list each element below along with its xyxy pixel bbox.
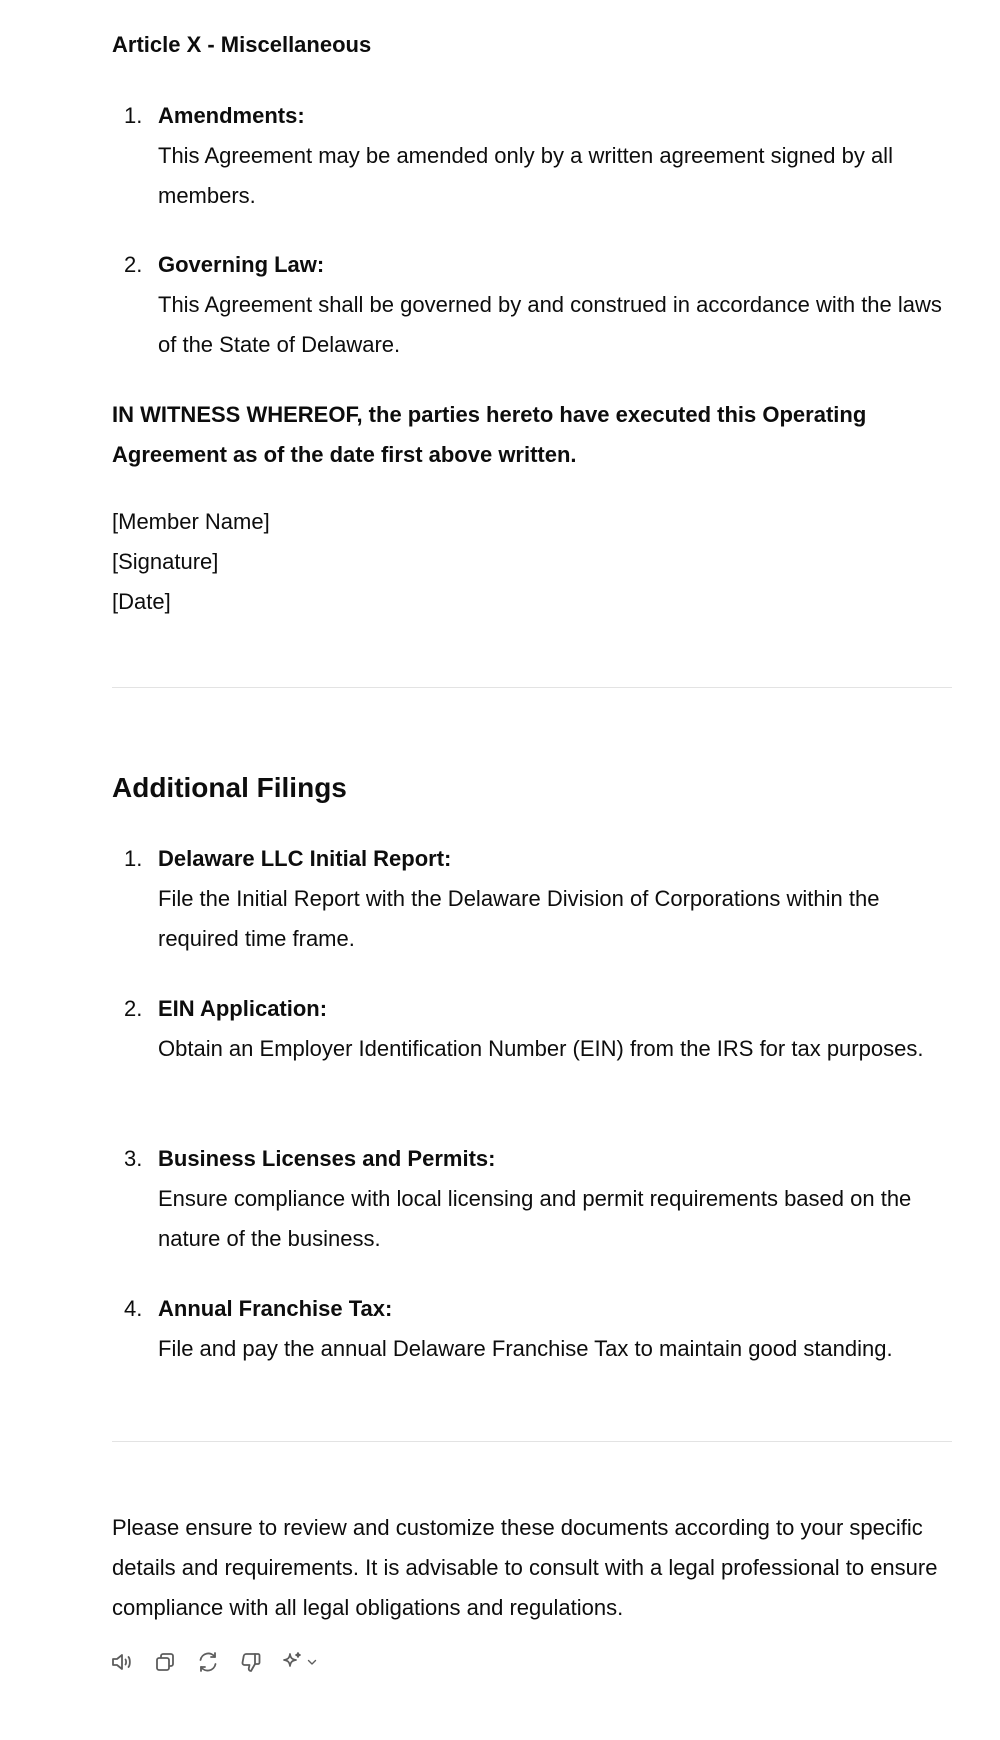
divider <box>112 1441 952 1442</box>
list-item: 3. Business Licenses and Permits: Ensure… <box>112 1139 952 1259</box>
copy-button[interactable] <box>151 1648 179 1676</box>
list-number: 4. <box>124 1296 143 1321</box>
list-number: 3. <box>124 1146 143 1171</box>
section-heading: Additional Filings <box>112 772 347 803</box>
chat-message-page: Article X - Miscellaneous 1. Amendments:… <box>0 0 1000 1740</box>
item-text: Obtain an Employer Identification Number… <box>158 1036 924 1061</box>
item-text: File the Initial Report with the Delawar… <box>158 886 880 951</box>
item-heading: Delaware LLC Initial Report: <box>158 846 452 871</box>
copy-icon <box>156 1653 174 1671</box>
article-title: Article X - Miscellaneous <box>112 32 372 57</box>
signature-placeholder: [Signature] <box>112 549 219 574</box>
regenerate-icon <box>199 1652 217 1672</box>
message-action-bar <box>108 1648 318 1676</box>
witness-clause: IN WITNESS WHEREOF, the parties hereto h… <box>112 402 867 467</box>
list-number: 1. <box>124 103 143 128</box>
regenerate-button[interactable] <box>194 1648 222 1676</box>
speaker-icon <box>112 1654 131 1670</box>
member-name-placeholder: [Member Name] <box>112 509 270 534</box>
item-heading: Governing Law: <box>158 252 325 277</box>
item-text: This Agreement shall be governed by and … <box>158 292 942 357</box>
date-placeholder: [Date] <box>112 589 171 614</box>
list-number: 2. <box>124 252 143 277</box>
chevron-down-icon <box>307 1659 317 1665</box>
read-aloud-button[interactable] <box>108 1648 136 1676</box>
list-item: 1. Delaware LLC Initial Report: File the… <box>112 839 952 959</box>
item-heading: Amendments: <box>158 103 305 128</box>
list-item: 2. EIN Application: Obtain an Employer I… <box>112 989 952 1069</box>
item-text: Ensure compliance with local licensing a… <box>158 1186 912 1251</box>
divider <box>112 687 952 688</box>
list-number: 1. <box>124 846 143 871</box>
sparkle-icon <box>283 1652 301 1667</box>
list-item: 1. Amendments: This Agreement may be ame… <box>112 96 952 216</box>
thumbs-down-icon <box>241 1653 261 1672</box>
list-item: 4. Annual Franchise Tax: File and pay th… <box>112 1289 952 1369</box>
item-heading: Business Licenses and Permits: <box>158 1146 496 1171</box>
bad-response-button[interactable] <box>237 1648 265 1676</box>
item-heading: EIN Application: <box>158 996 328 1021</box>
item-text: This Agreement may be amended only by a … <box>158 143 893 208</box>
closing-paragraph: Please ensure to review and customize th… <box>112 1515 938 1620</box>
list-number: 2. <box>124 996 143 1021</box>
item-heading: Annual Franchise Tax: <box>158 1296 393 1321</box>
item-text: File and pay the annual Delaware Franchi… <box>158 1336 893 1361</box>
switch-model-button[interactable] <box>280 1648 318 1676</box>
list-item: 2. Governing Law: This Agreement shall b… <box>112 245 952 365</box>
